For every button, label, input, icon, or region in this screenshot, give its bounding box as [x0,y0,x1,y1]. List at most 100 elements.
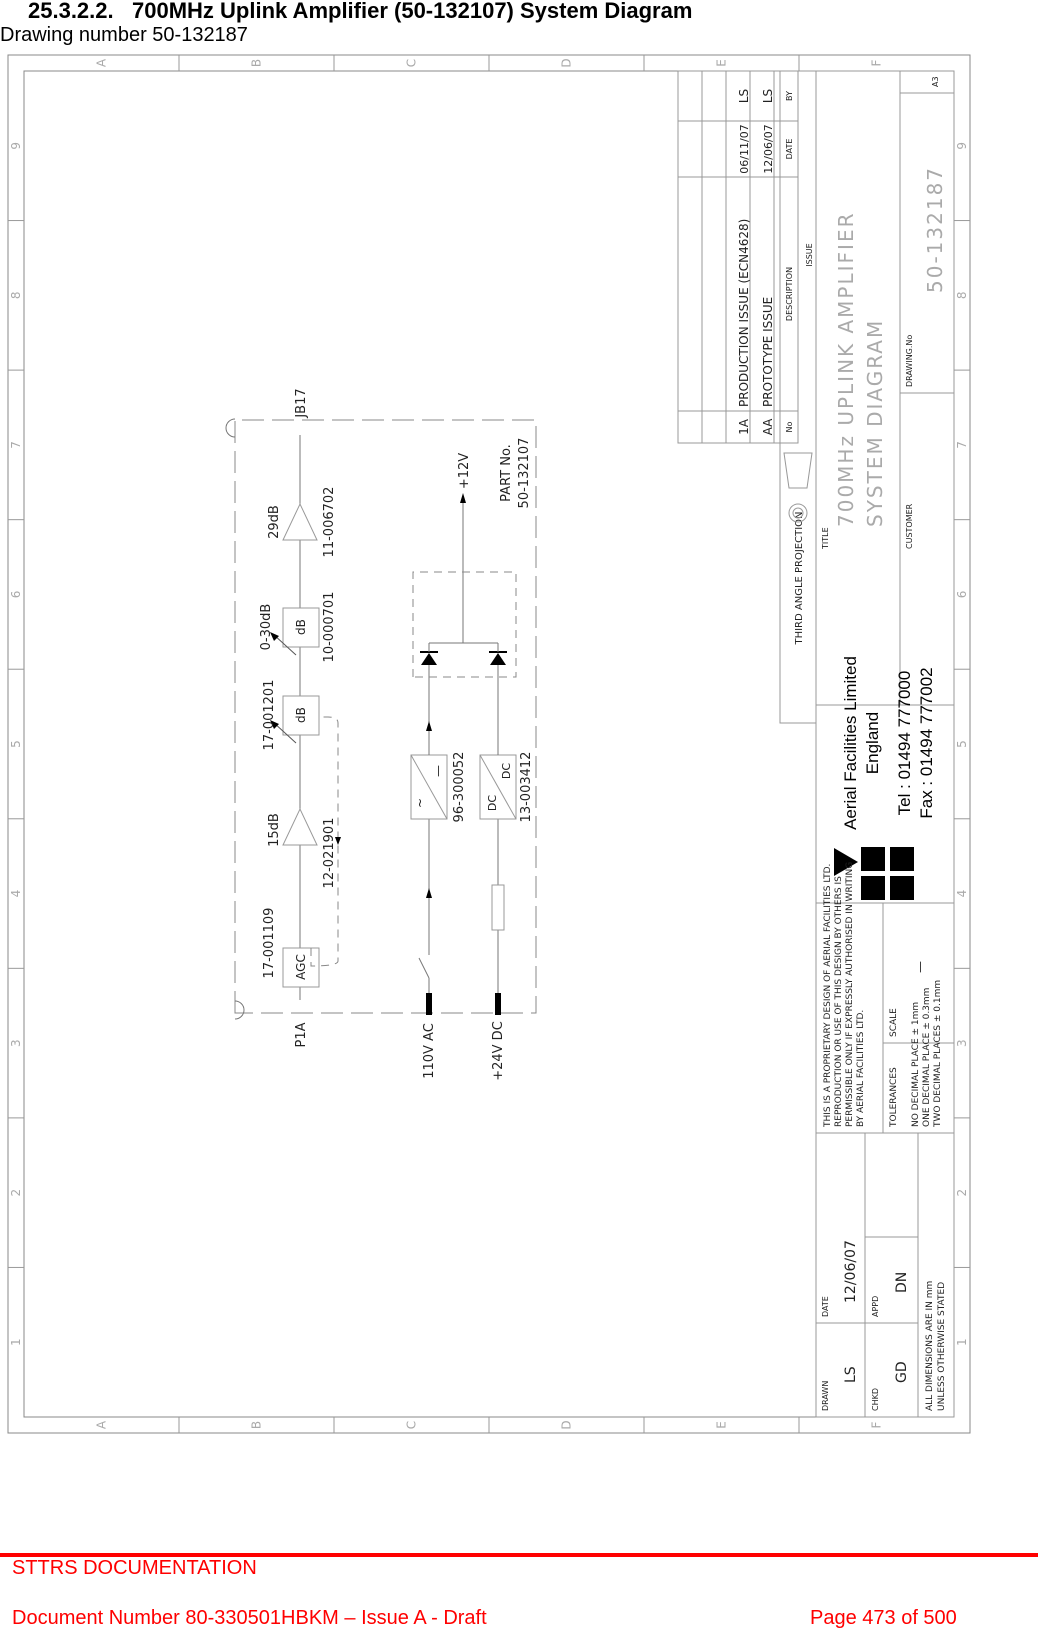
tolerance-line: NO DECIMAL PLACE ± 1mm [911,1002,921,1127]
chkd-label: CHKD [871,1388,880,1411]
row-zone-label: 6 [9,591,23,599]
column-zone-label: A [95,1420,109,1429]
row-zone-label: 9 [955,142,969,150]
row-zone-label: 5 [955,740,969,748]
revision-header-description: DESCRIPTION [785,267,794,321]
title-label: TITLE [821,527,830,550]
ac-arrow-1 [426,888,432,898]
revision-header-by: BY [785,91,794,101]
column-zone-label: B [250,1421,264,1429]
output-voltage-label: +12V [457,453,472,489]
tolerances-label: TOLERANCES [889,1067,899,1128]
row-zone-label: 9 [9,142,23,150]
appd-value: DN [894,1272,910,1293]
dc-input-label: +24V DC [491,1021,506,1081]
row-zone-label: 7 [9,441,23,449]
revision-row-1-no: 1A [737,418,751,435]
customer-label: CUSTOMER [905,503,914,549]
fuse [491,884,505,931]
title-line-1: 700MHz UPLINK AMPLIFIER [834,212,858,527]
revision-row-2-description: PROTOTYPE ISSUE [761,297,775,407]
tolerance-line: ONE DECIMAL PLACE ± 0.3mm [922,988,932,1127]
attenuator-2-part-number: 10-000701 [322,592,337,663]
amplifier-29db-triangle [282,502,318,541]
tolerance-line: TWO DECIMAL PLACES ± 0.1mm [933,980,943,1128]
column-zone-label: E [715,59,729,67]
title-block: THIRD ANGLE PROJECTION TITLE 700MHz UPLI… [779,70,955,1418]
scale-label: SCALE [889,1008,899,1037]
row-zone-label: 8 [955,292,969,300]
revision-section-label: ISSUE [805,243,814,266]
agc-part-number: 17-001109 [262,908,277,979]
agc-label: AGC [294,954,308,980]
amp-29db-part-number: 11-006702 [322,487,337,558]
footer-document-number: Document Number 80-330501HBKM – Issue A … [12,1607,487,1629]
row-zone-label: 3 [9,1039,23,1047]
company-name: Aerial Facilities Limited [841,656,860,830]
connector-p1a-label: P1A [294,1022,309,1047]
proprietary-notice-line: REPRODUCTION OR USE OF THIS DESIGN BY OT… [834,876,844,1127]
revision-row-2-date: 12/06/07 [762,124,775,173]
row-zone-label: 3 [955,1039,969,1047]
attenuator-2-range: 0-30dB [259,604,274,651]
chkd-value: GD [894,1361,910,1383]
dc-input-terminal [495,993,501,1015]
appd-label: APPD [871,1296,880,1317]
column-zone-label: E [715,1421,729,1429]
amp-29db-gain: 29dB [267,505,282,539]
scale-value: — [913,961,927,973]
part-no-value: 50-132107 [517,438,532,509]
revision-row-2-by: LS [761,89,775,103]
row-zone-label: 8 [9,292,23,300]
output-arrow [460,493,466,503]
revision-row-1-by: LS [737,89,751,103]
revision-row-1-date: 06/11/07 [738,124,751,173]
column-zone-label: F [870,1421,884,1428]
row-zone-label: 1 [955,1338,969,1346]
column-zone-label: C [405,59,419,67]
inner-frame [23,70,955,1418]
system-diagram-drawing: 1 12 23 34 45 56 67 78 89 9 AABBCCDDEEFF AGC 17-0… [7,54,971,1434]
attenuator-1-part-number: 17-001201 [262,680,277,751]
connector-p1a [225,418,236,438]
column-zone-label: D [560,58,574,67]
row-zone-label: 2 [955,1189,969,1197]
projection-label: THIRD ANGLE PROJECTION [794,511,805,645]
column-zone-label: B [250,59,264,67]
projection-symbol-cone [783,452,813,489]
revision-table: 1A PRODUCTION ISSUE (ECN4628) 06/11/07 L… [677,70,814,444]
proprietary-notice-line: PERMISSIBLE ONLY IF EXPRESSLY AUTHORISED… [845,862,855,1127]
column-zone-markers: AA B B C C D D E E F F [95,55,884,1433]
connector-jb17 [234,1000,245,1020]
diode-ac [421,653,437,665]
column-zone-label: D [560,1420,574,1429]
drawn-label: DRAWN [821,1381,830,1411]
amp-15db-gain: 15dB [267,813,282,847]
psu-dc-symbol: — [431,765,445,777]
drawing-no-value: 50-132187 [923,166,947,293]
dcdc-in-label: DC [486,795,499,811]
column-zone-label: C [405,1421,419,1429]
attenuator-2-label: dB [294,619,308,635]
row-zone-label: 5 [9,740,23,748]
company-tel: Tel : 01494 777000 [895,671,914,816]
amp-15db-part-number: 12-021901 [322,818,337,889]
outer-frame [7,54,971,1434]
date-value: 12/06/07 [843,1240,859,1303]
footer-page-number: Page 473 of 500 [810,1607,957,1629]
row-zone-label: 6 [955,591,969,599]
revision-row-2-no: AA [761,418,775,436]
connector-jb17-label: JB17 [294,388,309,418]
revision-row-1-description: PRODUCTION ISSUE (ECN4628) [737,219,751,407]
date-label: DATE [821,1296,830,1317]
ac-arrow-2 [426,721,432,731]
column-zone-label: F [870,59,884,66]
drawn-value: LS [843,1366,859,1383]
row-zone-label: 1 [9,1338,23,1346]
psu-ac-symbol: ~ [413,798,427,808]
sheet-size: A3 [931,76,940,87]
proprietary-notice-line: THIS IS A PROPRIETARY DESIGN OF AERIAL F… [823,864,833,1128]
dcdc-part-number: 13-003412 [519,752,534,823]
footer-title: STTRS DOCUMENTATION [12,1557,257,1579]
amplifier-15db-triangle [282,807,318,846]
